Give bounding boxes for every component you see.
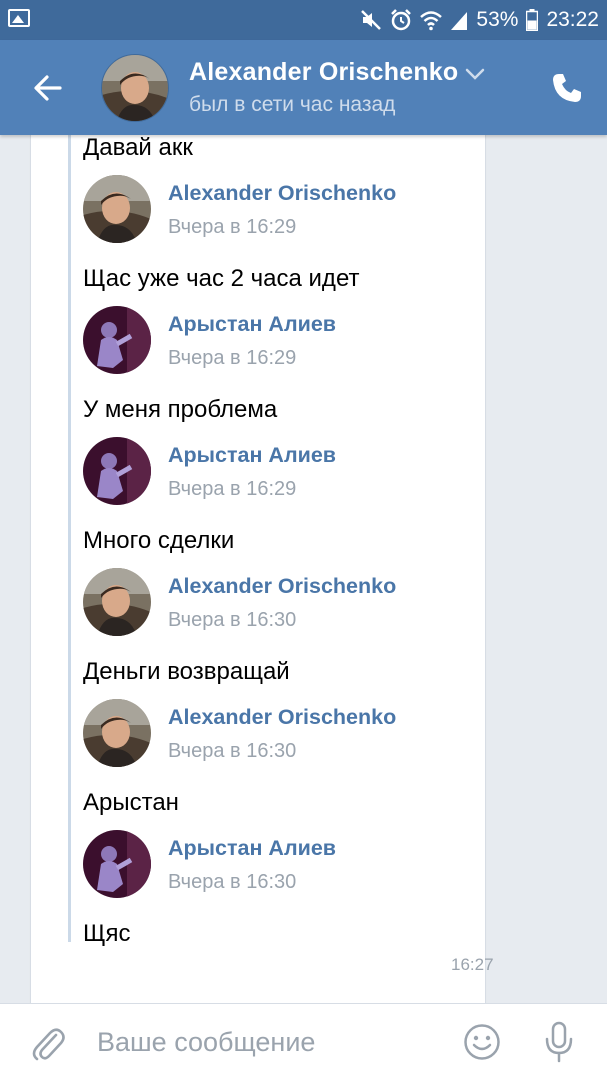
battery-icon — [526, 9, 539, 31]
message-time: 16:27 — [451, 955, 494, 974]
sender-time: Вчера в 16:30 — [168, 609, 297, 631]
forward-quote-line — [68, 130, 71, 942]
avatar[interactable] — [83, 699, 151, 767]
message-bubble[interactable]: Давай акк Alexander Orischenko Вчера в 16:… — [30, 129, 494, 1080]
sender-name[interactable]: Alexander Orischenko — [168, 574, 396, 599]
microphone-icon[interactable] — [543, 1021, 575, 1063]
sender-time: Вчера в 16:30 — [168, 740, 297, 762]
message-text: Деньги возвращай — [83, 658, 290, 685]
sender-name[interactable]: Арыстан Алиев — [168, 443, 336, 468]
gallery-icon — [8, 9, 30, 27]
battery-percent: 53% — [476, 8, 519, 31]
message-text: Давай акк — [83, 134, 193, 161]
avatar[interactable] — [83, 306, 151, 374]
sender-time: Вчера в 16:29 — [168, 478, 297, 500]
message-text: У меня проблема — [83, 396, 278, 423]
avatar[interactable] — [83, 437, 151, 505]
message-text: Арыстан — [83, 789, 179, 816]
message-input[interactable]: Ваше сообщение — [97, 1027, 315, 1058]
avatar[interactable] — [101, 54, 169, 122]
avatar[interactable] — [83, 568, 151, 636]
avatar-image — [102, 55, 168, 121]
back-arrow-icon[interactable] — [30, 70, 66, 106]
alarm-icon — [391, 9, 412, 31]
avatar[interactable] — [83, 830, 151, 898]
sender-name[interactable]: Арыстан Алиев — [168, 312, 336, 337]
status-bar: 53% 23:22 — [0, 0, 607, 40]
sender-name[interactable]: Alexander Orischenko — [168, 705, 396, 730]
signal-icon — [451, 12, 468, 30]
sender-name[interactable]: Арыстан Алиев — [168, 836, 336, 861]
chat-header: Alexander Orischenko был в сети час наза… — [0, 40, 607, 135]
paperclip-icon[interactable] — [30, 1023, 66, 1063]
status-right: 53% 23:22 — [360, 7, 599, 33]
sender-time: Вчера в 16:29 — [168, 216, 297, 238]
sender-time: Вчера в 16:29 — [168, 347, 297, 369]
message-text: Много сделки — [83, 527, 235, 554]
chevron-down-icon[interactable] — [465, 68, 485, 80]
message-text: Щас уже час 2 часа идет — [83, 265, 360, 292]
avatar[interactable] — [83, 175, 151, 243]
sender-name[interactable]: Alexander Orischenko — [168, 181, 396, 206]
composer: Ваше сообщение — [0, 1003, 607, 1080]
message-list[interactable]: Давай акк Alexander Orischenko Вчера в 16:… — [0, 129, 607, 1080]
wifi-icon — [420, 11, 443, 31]
clock: 23:22 — [546, 8, 599, 31]
mute-icon — [361, 10, 382, 30]
phone-icon[interactable] — [551, 72, 583, 104]
smiley-icon[interactable] — [463, 1023, 501, 1061]
contact-name[interactable]: Alexander Orischenko — [189, 58, 458, 87]
message-text: Щяс — [83, 920, 131, 947]
sender-time: Вчера в 16:30 — [168, 871, 297, 893]
last-seen-status: был в сети час назад — [189, 93, 396, 116]
